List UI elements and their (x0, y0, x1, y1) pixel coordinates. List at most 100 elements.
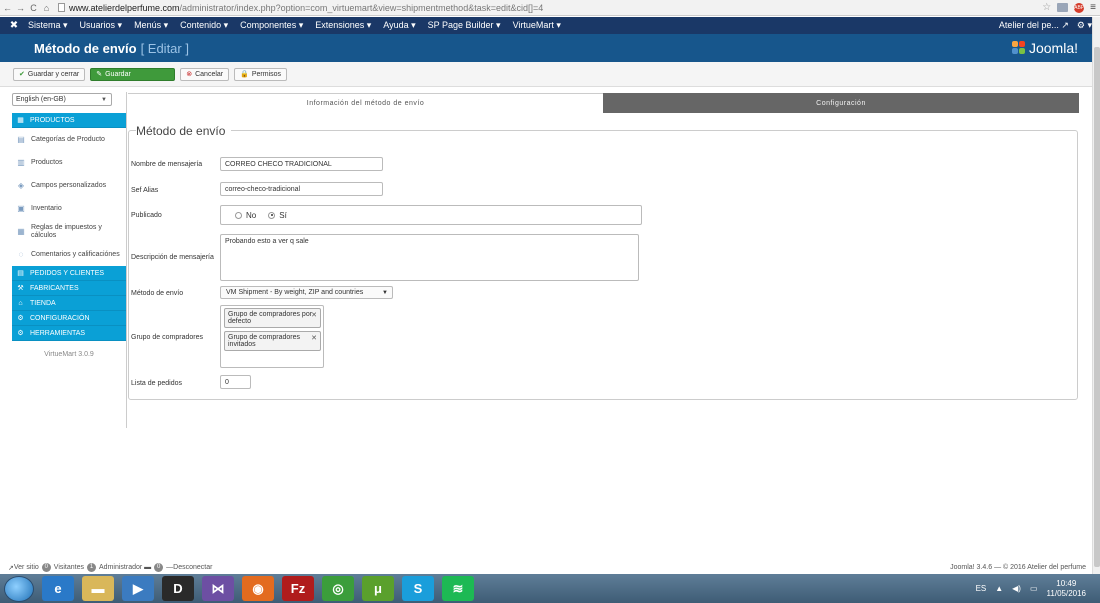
home-icon[interactable]: ⌂ (41, 3, 52, 13)
address-bar[interactable]: www.atelierdelperfume.com /administrator… (58, 3, 543, 13)
brand-name: Joomla! (1028, 40, 1078, 56)
network-icon[interactable]: ▭ (1030, 584, 1038, 593)
settings-menu[interactable]: ⚙ ▾ (1077, 20, 1092, 31)
admins-count: 1 (87, 563, 97, 572)
published-yes-option[interactable]: Sí (268, 211, 287, 220)
scroll-thumb[interactable] (1094, 47, 1100, 567)
menu-extensiones[interactable]: Extensiones ▾ (315, 20, 371, 31)
url-path: /administrator/index.php?option=com_virt… (179, 2, 544, 13)
input-language[interactable]: ES (976, 584, 987, 593)
status-bar: ↗ Ver sitio 0 Visitantes 1 Administrador… (0, 561, 1092, 574)
utorrent-icon[interactable]: μ (362, 576, 394, 601)
permissions-button[interactable]: 🔒 Permisos (234, 67, 288, 81)
mail-icon[interactable]: ▬ (142, 564, 151, 571)
menu-sp-page-builder[interactable]: SP Page Builder ▾ (428, 20, 501, 31)
bookmark-star-icon[interactable]: ☆ (1042, 2, 1051, 13)
page-scrollbar[interactable] (1092, 17, 1100, 574)
remove-icon[interactable]: ✕ (311, 312, 317, 319)
description-textarea[interactable]: Probando esto a ver q sale (220, 234, 639, 281)
sidebar-item-reviews[interactable]: ◌ Comentarios y calificaciónes (12, 243, 126, 266)
extension-icon[interactable] (1057, 3, 1069, 12)
save-close-button[interactable]: ✔ Guardar y cerrar (13, 67, 86, 81)
reload-icon[interactable]: C (28, 3, 39, 13)
menu-contenido[interactable]: Contenido ▾ (180, 20, 228, 31)
groups-label: Grupo de compradores (131, 334, 203, 341)
folder-icon: ▤ (17, 135, 25, 144)
radio-no[interactable] (235, 211, 242, 219)
permissions-label: Permisos (251, 70, 282, 78)
page-title: Método de envío (34, 40, 137, 56)
tag-icon: ◈ (17, 181, 25, 190)
box-icon: ▥ (17, 158, 25, 167)
sidebar-section-tools[interactable]: ⚙ HERRAMIENTAS (12, 326, 126, 341)
messages-count: 0 (154, 563, 164, 572)
sidebar-item-products[interactable]: ▥ Productos (12, 151, 126, 174)
tray-arrow-icon[interactable]: ▲ (995, 584, 1003, 593)
sidebar-section-label: FABRICANTES (30, 284, 79, 292)
volume-icon[interactable]: ◀) (1012, 584, 1021, 593)
alias-input[interactable]: correo-checo-tradicional (220, 182, 383, 196)
tab-shipment-info[interactable]: Información del método de envío (128, 93, 603, 113)
clock[interactable]: 10:49 11/05/2016 (1047, 579, 1086, 599)
sidebar-section-orders[interactable]: ▤ PEDIDOS Y CLIENTES (12, 266, 126, 281)
remove-icon[interactable]: ✕ (311, 335, 317, 342)
sidebar-item-inventory[interactable]: ▣ Inventario (12, 197, 126, 220)
fieldset-legend: Método de envío (136, 124, 232, 138)
order-input[interactable]: 0 (220, 375, 251, 389)
menu-menus[interactable]: Menús ▾ (134, 20, 168, 31)
menu-virtuemart[interactable]: VirtueMart ▾ (513, 20, 561, 31)
forward-icon[interactable]: → (15, 3, 26, 13)
menu-ayuda[interactable]: Ayuda ▾ (383, 20, 415, 31)
shopper-groups-select[interactable]: Grupo de compradores por defecto ✕ Grupo… (220, 305, 324, 368)
media-player-icon[interactable]: ▶ (122, 576, 154, 601)
browser-menu-icon[interactable]: ≡ (1090, 2, 1096, 13)
shipment-method-select[interactable]: VM Shipment - By weight, ZIP and countri… (220, 286, 393, 299)
sidebar-section-label: HERRAMIENTAS (30, 329, 86, 337)
orders-icon: ▤ (17, 270, 24, 277)
menu-sistema[interactable]: Sistema ▾ (28, 20, 68, 31)
group-chip-default: Grupo de compradores por defecto ✕ (224, 308, 321, 328)
visual-studio-icon[interactable]: ⋈ (202, 576, 234, 601)
tab-configuration[interactable]: Configuración (603, 93, 1079, 113)
published-no-option[interactable]: No (235, 211, 256, 220)
sidebar-section-products[interactable]: ▦ PRODUCTOS (12, 113, 126, 128)
save-button[interactable]: ✎ Guardar (90, 67, 176, 81)
sidebar-section-label: TIENDA (30, 299, 56, 307)
radio-yes[interactable] (268, 211, 276, 219)
skype-icon[interactable]: S (402, 576, 434, 601)
sidebar-item-custom-fields[interactable]: ◈ Campos personalizados (12, 174, 126, 197)
store-icon: ⌂ (18, 299, 23, 307)
logout-link[interactable]: Desconectar (173, 564, 212, 571)
check-icon: ✔ (19, 71, 25, 78)
clipboard-icon: ▣ (17, 204, 25, 213)
menu-usuarios[interactable]: Usuarios ▾ (80, 20, 123, 31)
url-host: www.atelierdelperfume.com (69, 2, 180, 13)
back-icon[interactable]: ← (2, 3, 13, 13)
internet-explorer-icon[interactable]: e (42, 576, 74, 601)
sidebar-section-store[interactable]: ⌂ TIENDA (12, 296, 126, 311)
sidebar: ▦ PRODUCTOS ▤ Categorías de Producto ▥ P… (12, 113, 126, 358)
chrome-icon[interactable]: ◎ (322, 576, 354, 601)
cancel-button[interactable]: ⊗ Cancelar (180, 67, 230, 81)
adblock-icon[interactable]: ABP (1074, 2, 1084, 13)
site-link[interactable]: Atelier del pe... ↗ (999, 20, 1069, 31)
firefox-icon[interactable]: ◉ (242, 576, 274, 601)
folder-icon[interactable]: ▬ (82, 576, 114, 601)
sidebar-item-categories[interactable]: ▤ Categorías de Producto (12, 128, 126, 151)
menu-componentes[interactable]: Componentes ▾ (240, 20, 303, 31)
filezilla-icon[interactable]: Fz (282, 576, 314, 601)
spotify-icon[interactable]: ≋ (442, 576, 474, 601)
sidebar-section-manufacturers[interactable]: ⚒ FABRICANTES (12, 281, 126, 296)
view-site-link[interactable]: Ver sitio (14, 564, 39, 571)
system-tray: ES ▲ ◀) ▭ 10:49 11/05/2016 (976, 579, 1086, 599)
start-button[interactable] (4, 575, 34, 602)
dreamweaver-icon[interactable]: D (162, 576, 194, 601)
sidebar-section-configuration[interactable]: ⚙ CONFIGURACIÓN (12, 311, 126, 326)
footer-copyright: Joomla! 3.4.6 — © 2016 Atelier del perfu… (950, 564, 1086, 571)
language-select[interactable]: English (en-GB) ▼ (12, 93, 112, 106)
shipment-name-input[interactable]: CORREO CHECO TRADICIONAL (220, 157, 383, 171)
joomla-icon[interactable]: ✖ (0, 20, 28, 31)
group-chip-label: Grupo de compradores por defecto (228, 311, 313, 325)
action-toolbar: ✔ Guardar y cerrar ✎ Guardar ⊗ Cancelar … (0, 62, 1092, 87)
sidebar-item-tax-rules[interactable]: ▦ Reglas de impuestos y cálculos (12, 220, 126, 243)
